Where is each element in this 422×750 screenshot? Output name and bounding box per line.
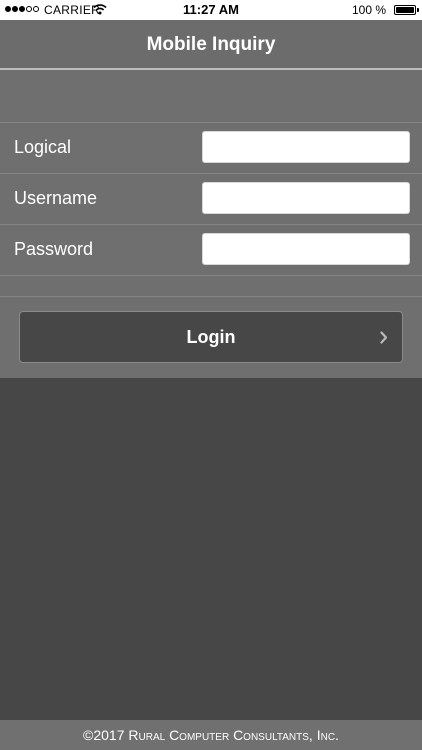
login-button-label: Login — [186, 327, 236, 347]
copyright-text: ©2017 Rural Computer Consultants, Inc. — [83, 727, 339, 743]
logical-label: Logical — [14, 137, 72, 157]
page-title: Mobile Inquiry — [146, 34, 276, 55]
form-divider — [0, 224, 422, 225]
password-input[interactable] — [202, 233, 410, 265]
battery-percentage: 100 % — [351, 3, 386, 17]
form-divider — [0, 296, 422, 297]
login-form: Logical Username Password Login — [0, 70, 422, 378]
chevron-right-icon — [380, 331, 388, 349]
username-label: Username — [14, 188, 98, 208]
form-divider — [0, 275, 422, 276]
app-screen: CARRIER 11:27 AM 100 % Mobile Inquiry Lo… — [0, 0, 422, 750]
login-button[interactable]: Login — [19, 311, 403, 363]
username-input[interactable] — [202, 182, 410, 214]
password-label: Password — [14, 239, 94, 259]
status-bar: CARRIER 11:27 AM 100 % — [0, 0, 422, 20]
battery-icon — [394, 5, 416, 15]
footer: ©2017 Rural Computer Consultants, Inc. — [0, 720, 422, 750]
navigation-bar: Mobile Inquiry — [0, 20, 422, 70]
form-divider — [0, 122, 422, 123]
form-divider — [0, 173, 422, 174]
battery-tip — [417, 8, 419, 12]
logical-input[interactable] — [202, 131, 410, 163]
